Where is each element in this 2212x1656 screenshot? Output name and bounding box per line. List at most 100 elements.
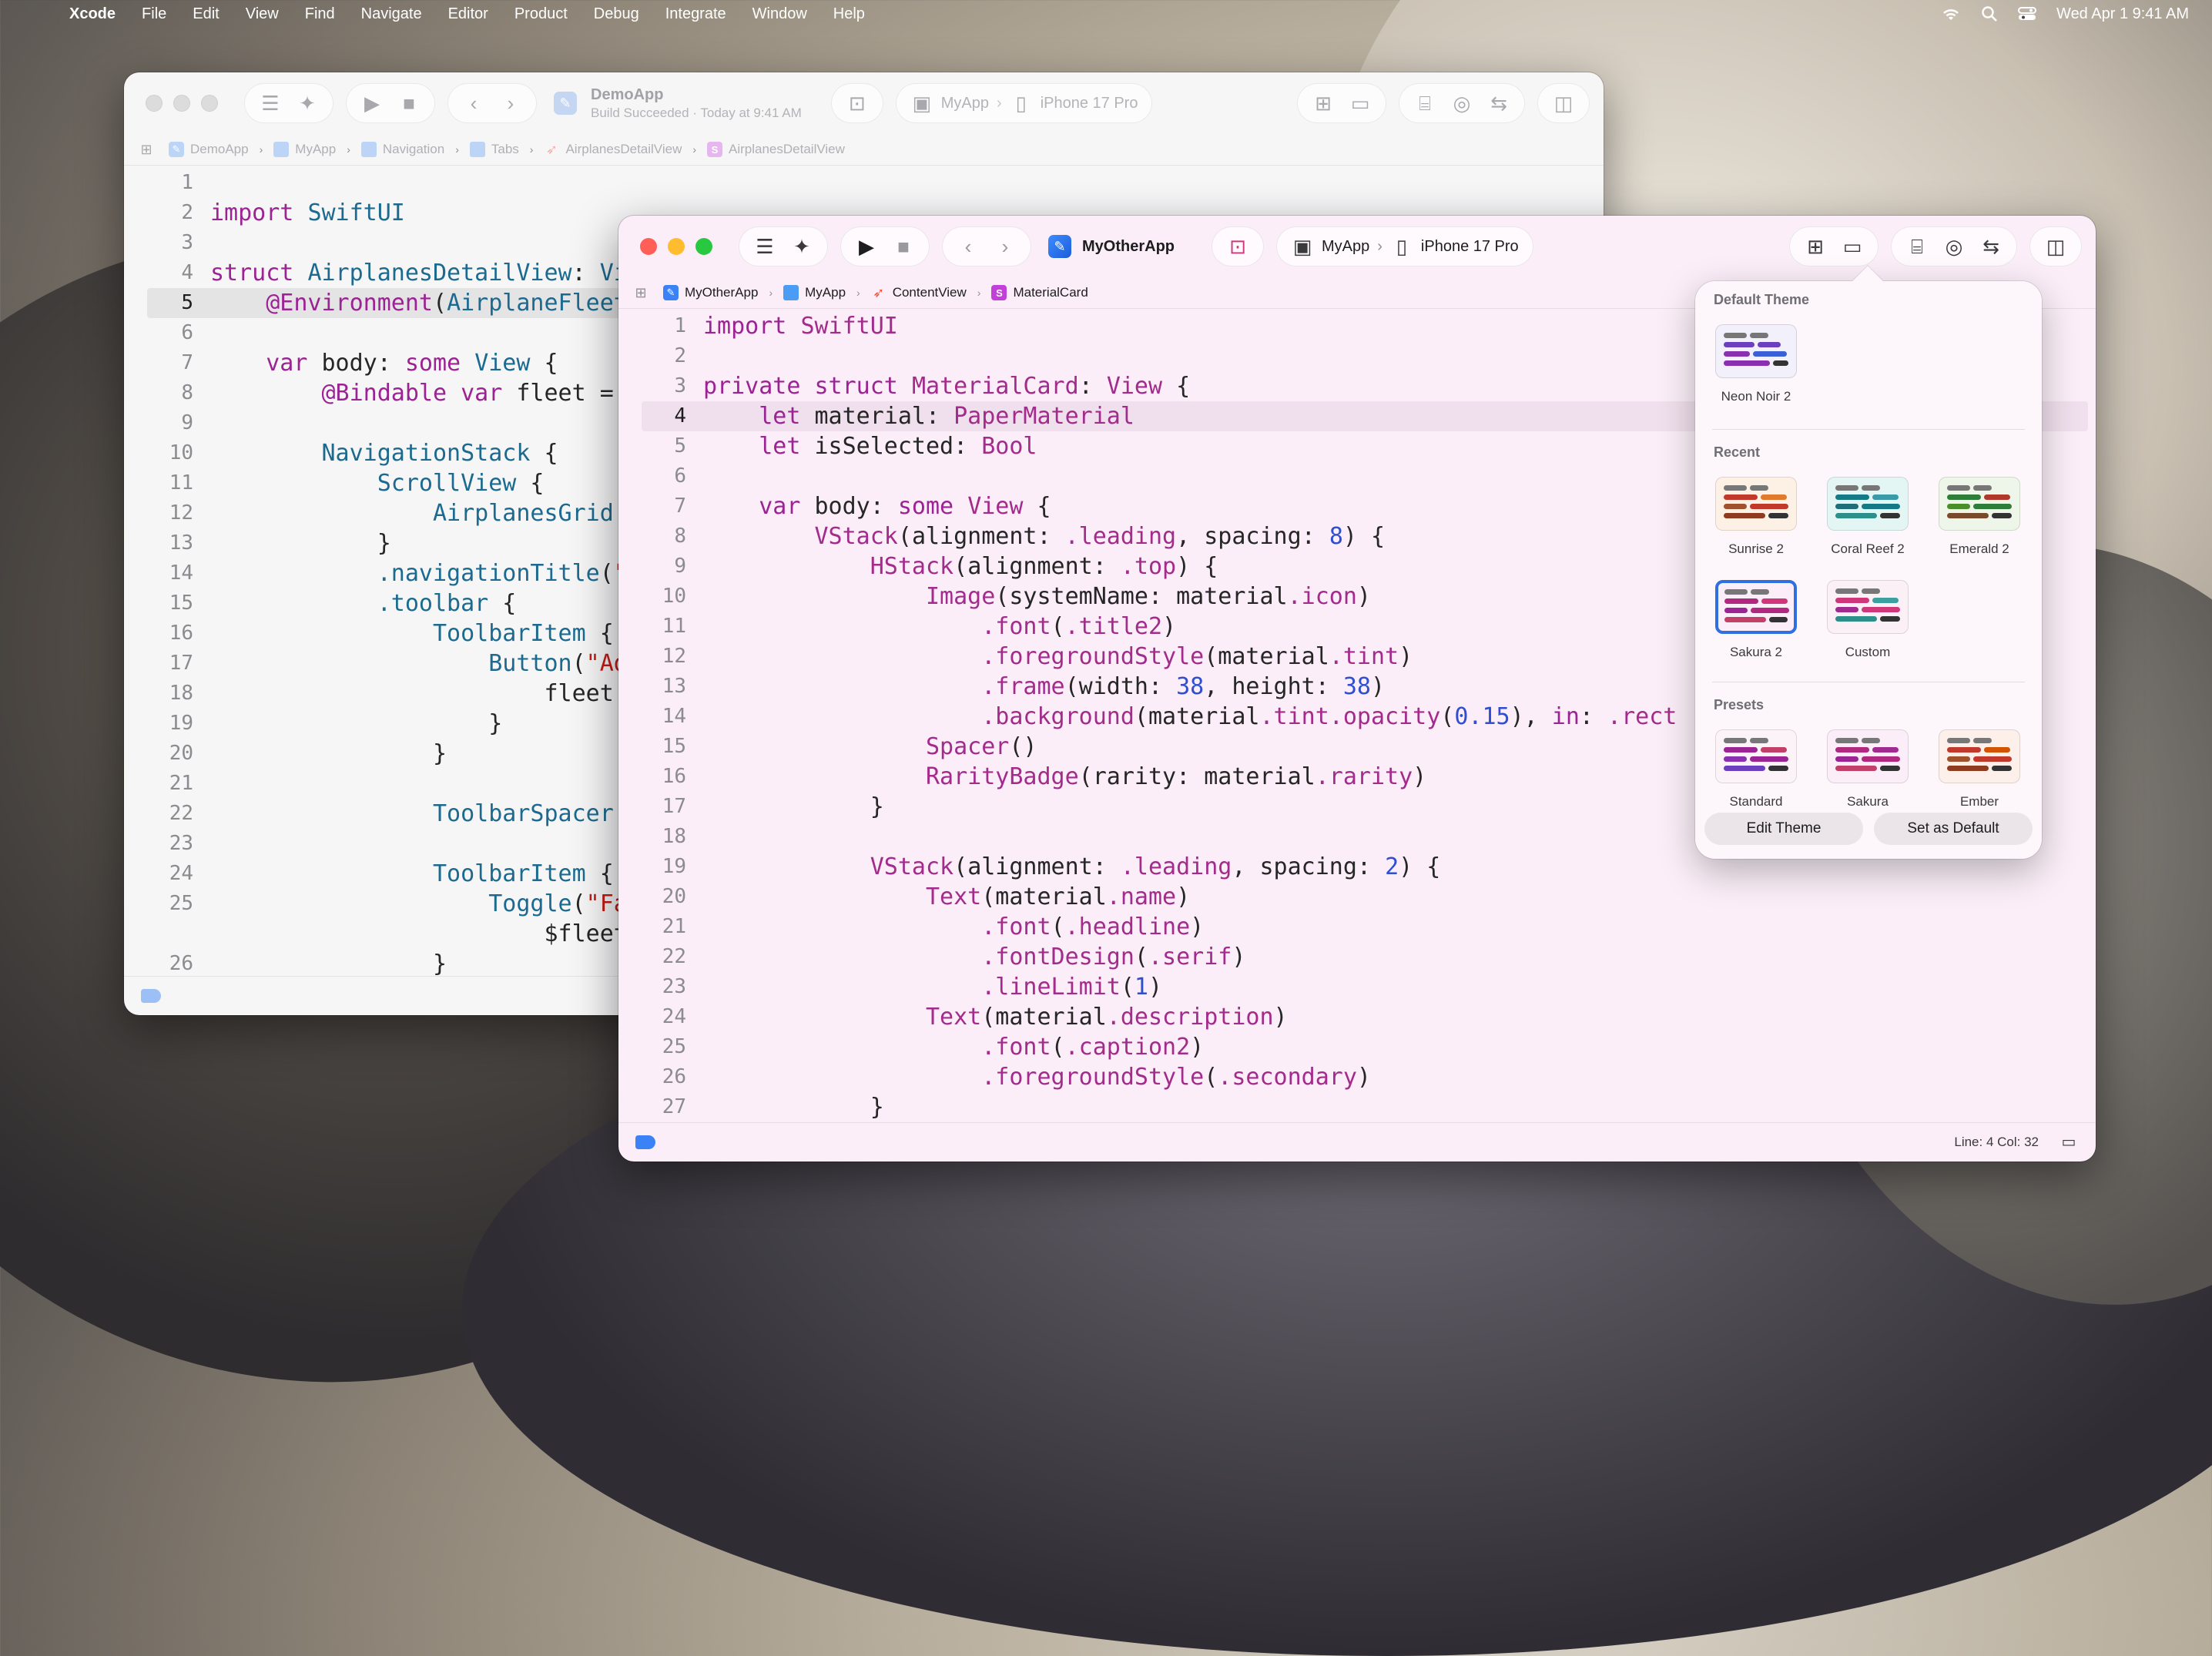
message-button[interactable]: ⊡ [830, 83, 883, 123]
theme-sunrise-2[interactable]: Sunrise 2 [1710, 477, 1802, 557]
scheme-app-icon: ✎ [1048, 235, 1071, 258]
code-line[interactable]: 22 .fontDesign(.serif) [618, 942, 2096, 972]
run-icon[interactable]: ▶ [360, 92, 384, 115]
breakpoint-tag-icon[interactable] [141, 989, 161, 1003]
run-destination[interactable]: ▣ MyApp › ▯ iPhone 17 Pro [895, 83, 1153, 123]
coding-assistant-icon[interactable]: ✦ [790, 235, 813, 258]
canvas-icon[interactable]: ⌸ [1905, 235, 1929, 258]
minimize-button[interactable] [668, 238, 685, 255]
run-icon[interactable]: ▶ [855, 235, 878, 258]
menu-view[interactable]: View [246, 5, 279, 23]
theme-neon-noir-2[interactable]: Neon Noir 2 [1710, 324, 1802, 404]
menu-clock[interactable]: Wed Apr 1 9:41 AM [2056, 5, 2189, 23]
debug-area-icon[interactable]: ▭ [2057, 1131, 2080, 1154]
code-line[interactable]: 21 .font(.headline) [618, 912, 2096, 942]
breadcrumb-item[interactable]: ✎ DemoApp [169, 142, 249, 157]
menu-integrate[interactable]: Integrate [665, 5, 726, 23]
menu-debug[interactable]: Debug [594, 5, 639, 23]
menu-edit[interactable]: Edit [193, 5, 219, 23]
forward-chevron-icon[interactable]: › [499, 92, 522, 115]
run-destination[interactable]: ▣ MyApp › ▯ iPhone 17 Pro [1276, 226, 1533, 267]
canvas-icon[interactable]: ⌸ [1413, 92, 1436, 115]
code-line[interactable]: 24 Text(material.description) [618, 1002, 2096, 1032]
chevron-right-icon: › [347, 143, 350, 156]
code-line[interactable]: 20 Text(material.name) [618, 882, 2096, 912]
code-line[interactable]: 23 .lineLimit(1) [618, 972, 2096, 1002]
control-center-icon[interactable] [2018, 6, 2037, 22]
apple-menu-icon[interactable] [23, 5, 40, 23]
menu-app-name[interactable]: Xcode [69, 5, 116, 23]
close-button[interactable] [146, 95, 163, 112]
minimize-button[interactable] [173, 95, 190, 112]
breadcrumb-item[interactable]: ➶ ContentView [871, 285, 967, 300]
breadcrumb-item[interactable]: S MaterialCard [991, 285, 1088, 300]
swap-icon[interactable]: ⇆ [1979, 235, 2003, 258]
related-items-icon[interactable]: ⊞ [629, 281, 652, 304]
theme-emerald-2[interactable]: Emerald 2 [1933, 477, 2026, 557]
edit-theme-button[interactable]: Edit Theme [1704, 813, 1863, 845]
wifi-icon[interactable] [1941, 6, 1961, 22]
theme-preview [1715, 324, 1797, 378]
set-as-default-button[interactable]: Set as Default [1874, 813, 2033, 845]
sidebar-right-icon: ◫ [2046, 235, 2066, 258]
zoom-button[interactable] [201, 95, 218, 112]
swap-icon[interactable]: ⇆ [1487, 92, 1510, 115]
menu-navigate[interactable]: Navigate [361, 5, 422, 23]
breadcrumb-item[interactable]: ➶ AirplanesDetailView [544, 142, 682, 157]
line-number: 4 [674, 404, 686, 427]
breadcrumb-item[interactable]: S AirplanesDetailView [707, 142, 845, 157]
theme-sakura-2[interactable]: Sakura 2 [1710, 580, 1802, 660]
stop-icon[interactable]: ■ [397, 92, 421, 115]
add-library-icon[interactable]: ⊞ [1804, 235, 1827, 258]
menu-help[interactable]: Help [833, 5, 865, 23]
stop-icon[interactable]: ■ [892, 235, 915, 258]
message-button[interactable]: ⊡ [1212, 226, 1264, 267]
theme-sakura[interactable]: Sakura [1822, 729, 1914, 810]
close-button[interactable] [640, 238, 657, 255]
back-chevron-icon[interactable]: ‹ [957, 235, 980, 258]
breadcrumb-item[interactable]: Tabs [469, 142, 519, 157]
zoom-button[interactable] [695, 238, 712, 255]
forward-chevron-icon[interactable]: › [994, 235, 1017, 258]
code-text: } [210, 710, 503, 737]
theme-coral-reef-2[interactable]: Coral Reef 2 [1822, 477, 1914, 557]
inspector-toggle[interactable]: ◫ [1537, 83, 1590, 123]
theme-ember[interactable]: Ember [1933, 729, 2026, 810]
related-items-icon[interactable]: ⊞ [135, 138, 158, 161]
review-icon[interactable]: ◎ [1450, 92, 1473, 115]
navigator-list-icon[interactable]: ☰ [753, 235, 776, 258]
navigator-list-icon[interactable]: ☰ [259, 92, 282, 115]
spotlight-search-icon[interactable] [1981, 5, 1998, 22]
menu-window[interactable]: Window [752, 5, 807, 23]
line-number: 27 [662, 1095, 686, 1118]
theme-custom[interactable]: Custom [1822, 580, 1914, 660]
code-line[interactable]: 25 .font(.caption2) [618, 1032, 2096, 1062]
presets-heading: Presets [1714, 697, 1765, 712]
menu-find[interactable]: Find [305, 5, 335, 23]
code-line[interactable]: 26 .foregroundStyle(.secondary) [618, 1062, 2096, 1092]
breadcrumb-item[interactable]: MyApp [783, 285, 846, 300]
build-status: Build Succeeded · Today at 9:41 AM [591, 105, 802, 120]
theme-icon[interactable]: ▭ [1349, 92, 1372, 115]
scheme-title[interactable]: DemoApp Build Succeeded · Today at 9:41 … [591, 86, 802, 121]
code-line[interactable]: 27 } [618, 1092, 2096, 1122]
menu-product[interactable]: Product [514, 5, 568, 23]
menu-editor[interactable]: Editor [448, 5, 488, 23]
code-line[interactable]: 1 [124, 168, 1604, 198]
back-chevron-icon[interactable]: ‹ [462, 92, 485, 115]
coding-assistant-icon[interactable]: ✦ [296, 92, 319, 115]
add-library-icon[interactable]: ⊞ [1312, 92, 1335, 115]
menu-file[interactable]: File [142, 5, 166, 23]
review-icon[interactable]: ◎ [1942, 235, 1966, 258]
line-number: 14 [662, 705, 686, 728]
theme-standard[interactable]: Standard [1710, 729, 1802, 810]
breakpoint-tag-icon[interactable] [635, 1135, 655, 1149]
theme-icon[interactable]: ▭ [1841, 235, 1864, 258]
scheme-title[interactable]: MyOtherApp [1082, 238, 1175, 256]
breadcrumb-item[interactable]: MyApp [273, 142, 336, 157]
breadcrumb-item[interactable]: Navigation [360, 142, 444, 157]
breadcrumb-item[interactable]: ✎ MyOtherApp [663, 285, 758, 300]
inspector-toggle[interactable]: ◫ [2029, 226, 2082, 267]
code-text: NavigationStack { [321, 440, 558, 467]
breadcrumb-label: MyApp [805, 285, 846, 300]
